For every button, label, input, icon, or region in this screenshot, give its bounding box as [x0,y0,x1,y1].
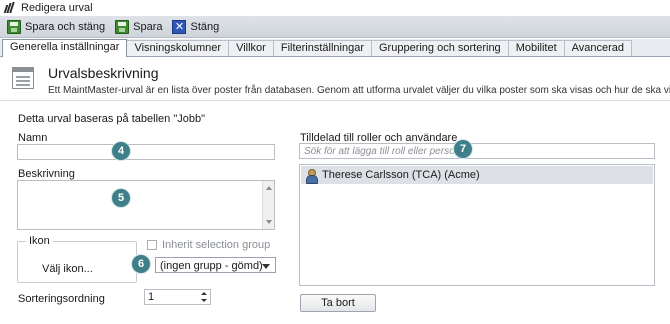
tab-filter-settings[interactable]: Filterinställningar [272,40,372,56]
list-item[interactable]: Therese Carlsson (TCA) (Acme) [301,166,653,184]
description-label: Beskrivning [18,168,75,180]
main-content: Detta urval baseras på tabellen "Jobb" N… [0,101,670,324]
selection-list-icon [12,67,34,89]
tab-grouping-sorting[interactable]: Gruppering och sortering [371,40,509,56]
save-and-close-button[interactable]: Spara och stäng [3,18,109,36]
callout-badge: 6 [132,255,150,273]
save-and-close-label: Spara och stäng [25,20,106,33]
remove-button[interactable]: Ta bort [300,294,376,312]
tab-general-settings[interactable]: Generella inställningar [2,39,128,57]
section-header: Urvalsbeskrivning Ett MaintMaster-urval … [0,58,670,101]
inherit-group-label: Inherit selection group [162,239,271,251]
close-icon: ✕ [172,19,187,34]
stepper-arrows-icon[interactable] [200,291,208,303]
save-button[interactable]: Spara [111,18,166,36]
save-icon [115,19,130,34]
title-bar: Redigera urval [0,0,670,16]
sort-order-value: 1 [148,291,155,303]
name-input[interactable] [17,144,275,160]
scroll-down-icon[interactable] [266,220,272,224]
icon-group: Ikon Välj ikon... [17,235,137,283]
group-select-value: (ingen grupp - gömd) [160,260,263,272]
tab-advanced[interactable]: Avancerad [563,40,633,56]
page-description: Ett MaintMaster-urval är en lista över p… [48,85,670,96]
callout-badge: 7 [454,140,472,158]
list-item-name: Therese Carlsson (TCA) (Acme) [322,169,480,181]
scroll-up-icon[interactable] [266,186,272,190]
person-icon [305,168,318,184]
sort-order-label: Sorteringsordning [18,293,105,305]
based-on-text: Detta urval baseras på tabellen "Jobb" [18,113,205,125]
window-title: Redigera urval [21,2,93,14]
app-logo-icon [3,2,16,14]
assigned-list[interactable]: Therese Carlsson (TCA) (Acme) [299,164,655,286]
name-label: Namn [18,132,48,144]
description-textarea[interactable] [17,180,275,230]
close-button[interactable]: ✕ Stäng [168,18,223,36]
tab-bar: Generella inställningar Visningskolumner… [0,39,670,57]
toolbar: Spara och stäng Spara ✕ Stäng [0,16,670,38]
close-label: Stäng [190,20,220,33]
role-search-input[interactable]: Sök för att lägga till roll eller person [299,143,655,159]
tab-conditions[interactable]: Villkor [228,40,274,56]
group-select[interactable]: (ingen grupp - gömd) [155,257,276,273]
callout-badge: 4 [112,142,130,160]
callout-badge: 5 [112,189,130,207]
tab-mobility[interactable]: Mobilitet [507,40,565,56]
save-icon [7,19,21,34]
chevron-down-icon [262,264,270,269]
choose-icon-link[interactable]: Välj ikon... [42,263,93,275]
description-scrollbar[interactable] [262,181,274,229]
save-label: Spara [133,20,163,33]
page-title: Urvalsbeskrivning [48,65,159,81]
inherit-group-checkbox[interactable] [147,240,157,250]
sort-order-stepper[interactable]: 1 [144,289,211,305]
icon-group-label: Ikon [26,235,53,247]
tab-display-columns[interactable]: Visningskolumner [126,40,230,56]
